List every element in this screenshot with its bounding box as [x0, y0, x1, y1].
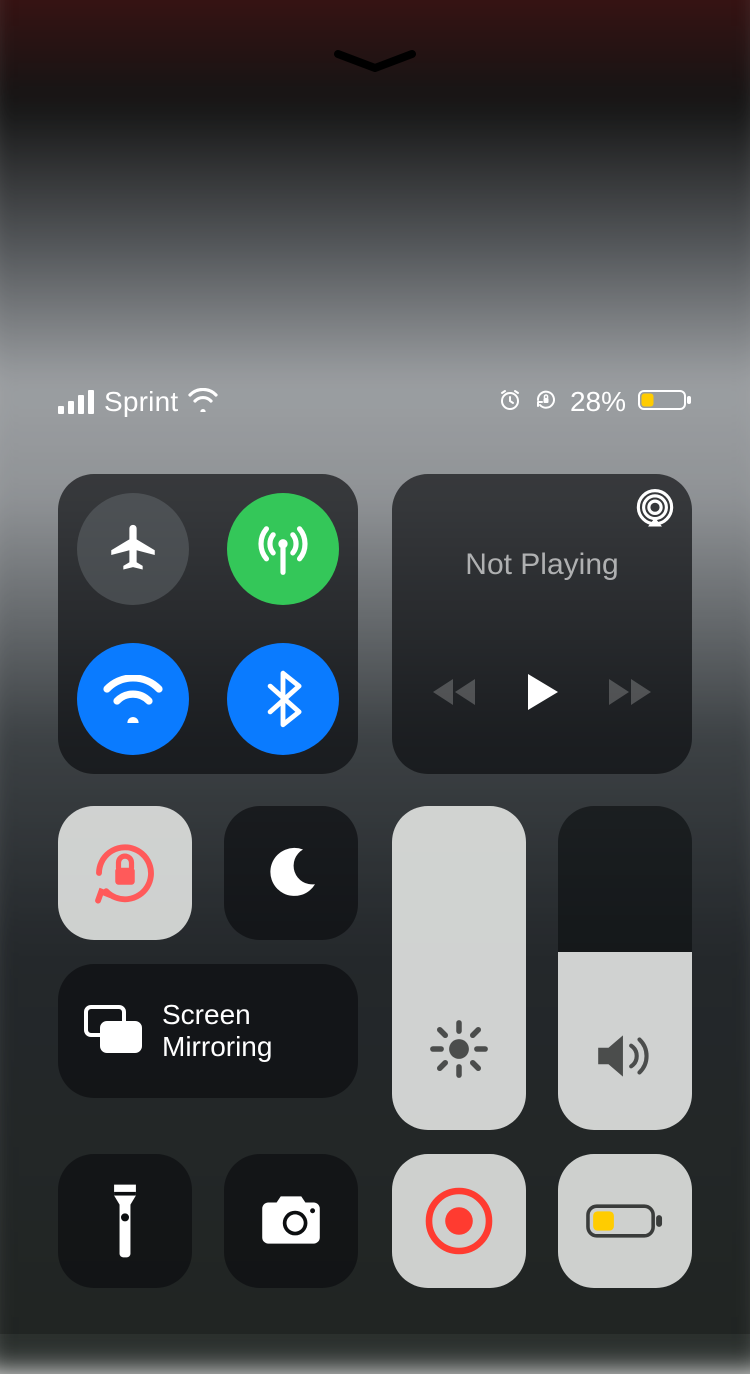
- screen-record-button[interactable]: [392, 1154, 526, 1288]
- play-icon: [522, 670, 562, 714]
- cellular-signal-icon: [58, 390, 94, 414]
- screen-mirroring-button[interactable]: Screen Mirroring: [58, 964, 358, 1098]
- airplane-mode-button[interactable]: [77, 493, 189, 605]
- flashlight-button[interactable]: [58, 1154, 192, 1288]
- camera-icon: [254, 1192, 328, 1250]
- moon-icon: [259, 841, 323, 905]
- previous-track-button[interactable]: [424, 670, 484, 714]
- orientation-lock-status-icon: [534, 388, 558, 417]
- flashlight-icon: [103, 1181, 147, 1261]
- alarm-icon: [498, 388, 522, 417]
- record-icon: [423, 1185, 495, 1257]
- brightness-slider[interactable]: [392, 806, 526, 1130]
- forward-icon: [605, 675, 655, 709]
- volume-slider[interactable]: [558, 806, 692, 1130]
- airplay-icon[interactable]: [634, 488, 676, 530]
- rotation-lock-icon: [86, 834, 164, 912]
- media-panel[interactable]: Not Playing: [392, 474, 692, 774]
- carrier-label: Sprint: [104, 386, 178, 418]
- screen-mirroring-icon: [82, 1003, 144, 1060]
- low-power-mode-button[interactable]: [558, 1154, 692, 1288]
- play-button[interactable]: [512, 670, 572, 714]
- next-track-button[interactable]: [600, 670, 660, 714]
- battery-percent: 28%: [570, 386, 626, 418]
- battery-lowpower-icon: [585, 1200, 665, 1242]
- screen-mirroring-label: Screen Mirroring: [162, 999, 272, 1063]
- airplane-icon: [104, 520, 162, 578]
- brightness-icon: [392, 1016, 526, 1082]
- connectivity-panel: [58, 474, 358, 774]
- wifi-icon: [103, 675, 163, 723]
- bluetooth-button[interactable]: [227, 643, 339, 755]
- volume-icon: [558, 1030, 692, 1082]
- rewind-icon: [429, 675, 479, 709]
- status-bar: Sprint: [58, 382, 692, 422]
- cellular-data-button[interactable]: [227, 493, 339, 605]
- wifi-icon: [188, 388, 218, 417]
- camera-button[interactable]: [224, 1154, 358, 1288]
- orientation-lock-button[interactable]: [58, 806, 192, 940]
- dismiss-chevron-icon[interactable]: [330, 48, 420, 78]
- antenna-icon: [252, 518, 314, 580]
- now-playing-title: Not Playing: [392, 548, 692, 582]
- wifi-button[interactable]: [77, 643, 189, 755]
- battery-icon: [638, 388, 692, 417]
- do-not-disturb-button[interactable]: [224, 806, 358, 940]
- bluetooth-icon: [263, 670, 303, 728]
